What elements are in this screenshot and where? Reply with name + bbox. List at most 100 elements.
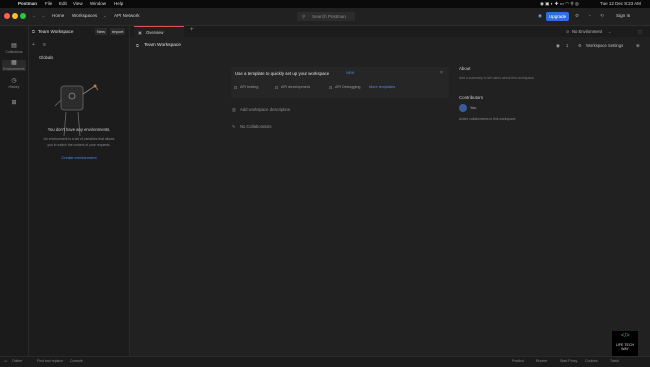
- close-icon[interactable]: ×: [440, 70, 443, 76]
- avatar[interactable]: [459, 104, 467, 112]
- page-title: Team Workspace: [144, 43, 181, 48]
- sidebar-rail: ▤ Collections ▦ Environments ◷ History ⊞: [0, 26, 29, 356]
- status-postbot[interactable]: Postbot: [512, 359, 524, 363]
- workspace-icon: ⧉: [136, 43, 139, 48]
- watch-count: 1: [566, 43, 569, 48]
- empty-state-illustration: [55, 78, 101, 142]
- window-zoom-button[interactable]: [20, 13, 26, 19]
- menu-edit[interactable]: Edit: [59, 1, 67, 6]
- menu-window[interactable]: Window: [90, 1, 106, 6]
- sync-icon[interactable]: ⟲: [600, 13, 604, 19]
- window-close-button[interactable]: [4, 13, 10, 19]
- rail-item-label: Collections: [5, 50, 23, 54]
- rail-item-apps[interactable]: ⊞: [2, 100, 26, 107]
- sidebar-workspace-name: Team Workspace: [38, 29, 74, 34]
- api-debugging-icon: ⊡: [329, 86, 333, 90]
- menu-app-name[interactable]: Postman: [18, 1, 37, 6]
- workspace-summary-input[interactable]: Add workspace description: [240, 107, 290, 112]
- template-prompt: Use a template to quickly set up your wo…: [235, 71, 330, 76]
- status-bar: ▭ Online Find and replace Console Postbo…: [0, 356, 650, 367]
- settings-icon: ⚙: [578, 43, 582, 48]
- search-input[interactable]: ⚲ Search Postman: [297, 12, 355, 21]
- template-banner: Use a template to quickly set up your wo…: [231, 67, 449, 98]
- workspace-icon: ⧉: [32, 29, 35, 34]
- api-development-icon: ⊡: [275, 86, 279, 90]
- empty-state-title: You don't have any environments.: [47, 127, 111, 132]
- description-icon: ▥: [232, 107, 236, 112]
- status-runner[interactable]: Runner: [536, 359, 547, 363]
- template-api-development[interactable]: API development: [281, 85, 310, 89]
- settings-icon[interactable]: ⚙: [575, 13, 579, 19]
- back-arrow-icon[interactable]: ←: [32, 13, 37, 18]
- layout-icon[interactable]: ▭: [4, 359, 7, 363]
- environments-sidebar: ⧉ Team Workspace New Import + ≡ Globals …: [29, 26, 130, 356]
- environment-selector[interactable]: No Environment: [572, 29, 602, 34]
- new-button[interactable]: New: [95, 28, 108, 35]
- empty-state-line-2: you to switch the context of your reques…: [47, 143, 111, 147]
- forward-arrow-icon[interactable]: →: [41, 13, 46, 18]
- menu-help[interactable]: Help: [114, 1, 123, 6]
- code-icon: </>: [621, 333, 630, 339]
- status-proxy[interactable]: Start Proxy: [560, 359, 577, 363]
- search-icon: ⚲: [302, 14, 306, 19]
- more-templates-link[interactable]: More templates: [369, 85, 395, 89]
- import-button[interactable]: Import: [110, 28, 126, 35]
- activity-text: Active collaborators in this workspace: [459, 117, 516, 121]
- apps-icon: ⊞: [11, 100, 17, 106]
- home-link[interactable]: Home: [52, 13, 64, 18]
- empty-state-line-1: An environment is a set of variables tha…: [43, 137, 115, 141]
- contributors-heading: Contributors: [459, 95, 483, 100]
- environment-icon: ⊘: [566, 29, 570, 34]
- contributor-name: You: [470, 106, 477, 110]
- status-console[interactable]: Console: [70, 359, 83, 363]
- status-online[interactable]: Online: [12, 359, 22, 363]
- rail-item-collections[interactable]: ▤ Collections: [2, 43, 26, 54]
- rail-item-label: History: [8, 85, 20, 89]
- template-api-debugging[interactable]: API Debugging: [335, 85, 361, 89]
- upgrade-button[interactable]: Upgrade: [546, 12, 569, 21]
- invite-icon[interactable]: ◉: [538, 13, 542, 19]
- rail-item-label: Environments: [3, 67, 25, 71]
- about-summary[interactable]: Add a summary to tell users about this w…: [459, 76, 554, 80]
- add-icon[interactable]: +: [32, 42, 35, 48]
- watch-icon[interactable]: ◉: [556, 43, 560, 49]
- workspace-settings-button[interactable]: Workspace Settings: [586, 43, 623, 48]
- collaborators-text[interactable]: No Collaborators: [240, 124, 271, 129]
- chevron-down-icon: ⌄: [103, 13, 107, 18]
- status-find-replace[interactable]: Find and replace: [37, 359, 63, 363]
- create-environment-link[interactable]: Create environment: [29, 155, 129, 160]
- api-network-menu[interactable]: API Network: [114, 13, 140, 18]
- new-tab-icon[interactable]: +: [190, 27, 194, 33]
- macos-menubar: Postman File Edit View Window Help ◉ ▣ ◐…: [0, 0, 650, 8]
- status-trash[interactable]: Trash: [610, 359, 619, 363]
- sign-in-button[interactable]: Sign In: [616, 13, 630, 18]
- filter-icon[interactable]: ≡: [43, 42, 46, 48]
- app-toolbar: ← → Home Workspaces ⌄ API Network ⚲ Sear…: [0, 8, 650, 26]
- edit-icon: ✎: [232, 124, 236, 129]
- rail-item-environments[interactable]: ▦ Environments: [2, 60, 26, 71]
- more-icon[interactable]: ⊕: [636, 43, 640, 49]
- environments-icon: ▦: [11, 60, 17, 66]
- menu-view[interactable]: View: [73, 1, 83, 6]
- collections-icon: ▤: [11, 43, 17, 49]
- environment-quick-look-icon[interactable]: ▢: [638, 29, 642, 34]
- api-testing-icon: ⊡: [234, 86, 238, 90]
- globals-item[interactable]: Globals: [39, 55, 53, 60]
- history-icon: ◷: [11, 78, 17, 84]
- new-badge: NEW: [346, 71, 355, 75]
- rail-item-history[interactable]: ◷ History: [2, 78, 26, 89]
- about-heading: About: [459, 66, 471, 71]
- status-icons: ◉ ▣ ◐ ✚ ▭ ◠ ⚲ ◎: [540, 1, 579, 6]
- tab-overview-label: Overview: [146, 30, 164, 35]
- window-minimize-button[interactable]: [12, 13, 18, 19]
- workspaces-menu[interactable]: Workspaces: [72, 13, 97, 18]
- watermark-text: LIFE TECH WAY: [615, 343, 635, 351]
- menu-file[interactable]: File: [45, 1, 52, 6]
- menubar-clock: Tue 12 Dec 8:23 AM: [600, 1, 641, 6]
- template-api-testing[interactable]: API testing: [240, 85, 258, 89]
- status-cookies[interactable]: Cookies: [585, 359, 598, 363]
- overview-icon: ▣: [138, 30, 142, 35]
- notifications-icon[interactable]: ◔: [588, 13, 591, 18]
- watermark-logo: </> LIFE TECH WAY: [612, 331, 638, 356]
- chevron-down-icon: ⌄: [608, 29, 612, 34]
